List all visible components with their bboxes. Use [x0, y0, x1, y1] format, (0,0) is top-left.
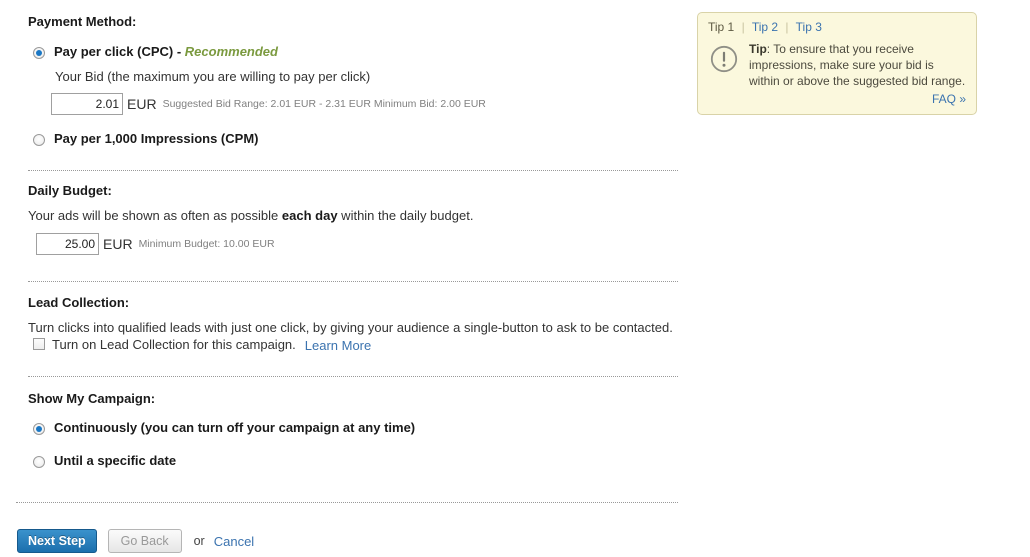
- tip-faq-row: FAQ »: [708, 91, 966, 106]
- budget-field-row: EUR Minimum Budget: 10.00 EUR: [36, 233, 275, 255]
- exclamation-circle-icon: [710, 45, 738, 73]
- tip-tab-separator-2: |: [785, 20, 789, 34]
- tip-tab-2[interactable]: Tip 2: [752, 20, 778, 34]
- tip-tab-1[interactable]: Tip 1: [708, 20, 734, 34]
- lead-collection-description: Turn clicks into qualified leads with ju…: [28, 320, 673, 335]
- radio-continuously-label: Continuously (you can turn off your camp…: [54, 420, 416, 435]
- form-actions: Next Step Go Back or Cancel: [17, 529, 254, 553]
- radio-until-date-label: Until a specific date: [54, 453, 177, 468]
- daily-budget-description: Your ads will be shown as often as possi…: [28, 208, 473, 223]
- bid-caption: Your Bid (the maximum you are willing to…: [55, 69, 371, 84]
- divider-above-actions: [16, 502, 678, 503]
- minimum-budget-hint: Minimum Budget: 10.00 EUR: [138, 238, 275, 250]
- go-back-button[interactable]: Go Back: [107, 529, 182, 553]
- budget-desc-before: Your ads will be shown as often as possi…: [28, 208, 282, 223]
- cpc-dash: -: [173, 44, 185, 59]
- radio-option-until-date[interactable]: Until a specific date: [33, 454, 176, 468]
- tip-body: Tip: To ensure that you receive impressi…: [708, 41, 966, 89]
- cpc-recommended-tag: Recommended: [184, 44, 278, 59]
- daily-budget-input[interactable]: [36, 233, 99, 255]
- daily-budget-title: Daily Budget:: [28, 183, 112, 198]
- bid-currency-label: EUR: [127, 96, 157, 112]
- next-step-button[interactable]: Next Step: [17, 529, 97, 553]
- tip-message: Tip: To ensure that you receive impressi…: [749, 41, 966, 89]
- tip-panel: Tip 1 | Tip 2 | Tip 3 Tip: To ensure tha…: [697, 12, 977, 115]
- bid-range-hint: Suggested Bid Range: 2.01 EUR - 2.31 EUR…: [162, 98, 486, 110]
- radio-option-cpm[interactable]: Pay per 1,000 Impressions (CPM): [33, 132, 258, 146]
- radio-option-continuously[interactable]: Continuously (you can turn off your camp…: [33, 421, 415, 435]
- radio-option-cpc[interactable]: Pay per click (CPC) - Recommended: [33, 45, 278, 59]
- radio-cpc-text: Pay per click (CPC): [54, 44, 174, 59]
- lead-collection-checkbox-row[interactable]: Turn on Lead Collection for this campaig…: [33, 338, 371, 353]
- show-campaign-title: Show My Campaign:: [28, 391, 156, 406]
- bid-amount-input[interactable]: [51, 93, 123, 115]
- lead-collection-checkbox-label: Turn on Lead Collection for this campaig…: [52, 337, 296, 352]
- tip-tabs: Tip 1 | Tip 2 | Tip 3: [708, 20, 966, 34]
- radio-cpm-label: Pay per 1,000 Impressions (CPM): [54, 131, 259, 146]
- divider-after-payment: [28, 170, 678, 171]
- radio-continuously-icon[interactable]: [33, 423, 45, 435]
- budget-currency-label: EUR: [103, 236, 133, 252]
- lead-collection-title: Lead Collection:: [28, 295, 130, 310]
- tip-text-body: : To ensure that you receive impressions…: [749, 42, 966, 88]
- budget-desc-bold: each day: [281, 208, 338, 223]
- tip-tab-separator-1: |: [741, 20, 745, 34]
- radio-until-date-icon[interactable]: [33, 456, 45, 468]
- radio-cpc-label: Pay per click (CPC) - Recommended: [54, 45, 278, 59]
- tip-prefix: Tip: [749, 42, 767, 56]
- lead-collection-learn-more-link[interactable]: Learn More: [305, 338, 371, 353]
- tip-faq-link[interactable]: FAQ »: [932, 92, 966, 106]
- divider-after-budget: [28, 281, 678, 282]
- lead-collection-checkbox[interactable]: [33, 338, 45, 350]
- budget-desc-after: within the daily budget.: [337, 208, 474, 223]
- radio-cpc-icon[interactable]: [33, 47, 45, 59]
- tip-tab-3[interactable]: Tip 3: [796, 20, 822, 34]
- bid-field-row: EUR Suggested Bid Range: 2.01 EUR - 2.31…: [51, 93, 486, 115]
- payment-method-title: Payment Method:: [28, 14, 137, 29]
- or-separator-label: or: [193, 534, 205, 548]
- divider-after-lead: [28, 376, 678, 377]
- cancel-link[interactable]: Cancel: [214, 534, 254, 549]
- radio-cpm-icon[interactable]: [33, 134, 45, 146]
